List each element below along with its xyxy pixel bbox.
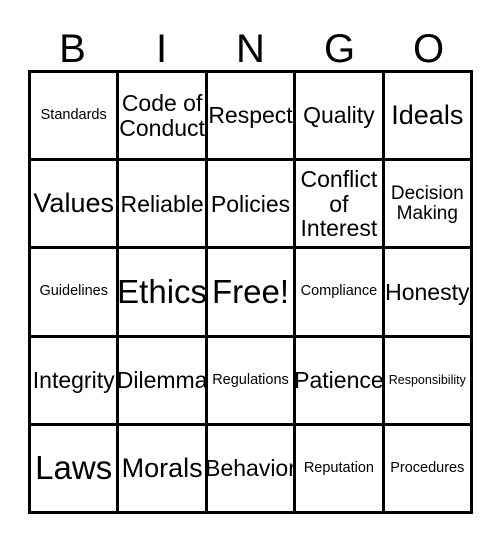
bingo-header-letter-n: N	[236, 27, 265, 71]
bingo-cell-label: Policies	[210, 190, 291, 217]
bingo-header-letter-i: I	[155, 27, 168, 71]
bingo-cell[interactable]: Standards	[31, 73, 120, 162]
bingo-cell[interactable]: Patience	[296, 337, 385, 426]
bingo-cell-label: Honesty	[385, 278, 470, 305]
bingo-cell-label: Regulations	[212, 371, 289, 388]
bingo-cell[interactable]: Policies	[207, 161, 297, 250]
bingo-cell[interactable]: Integrity	[31, 337, 120, 426]
bingo-cell-label: Decision Making	[390, 182, 464, 224]
bingo-cell-label: Code of Conduct	[119, 90, 205, 141]
bingo-cell[interactable]: Ideals	[384, 73, 473, 162]
bingo-cell[interactable]: Morals	[119, 425, 208, 514]
bingo-cell[interactable]: Honesty	[384, 249, 473, 338]
bingo-cell-label: Morals	[121, 453, 203, 484]
bingo-cell-label: Values	[33, 188, 114, 219]
bingo-cell[interactable]: Behavior	[207, 425, 297, 514]
bingo-cell-free-space[interactable]: Free!	[207, 249, 297, 338]
bingo-cell[interactable]: Reputation	[296, 425, 385, 514]
bingo-cell[interactable]: Ethics	[119, 249, 208, 338]
bingo-cell[interactable]: Procedures	[384, 425, 473, 514]
bingo-header-letter-g: G	[323, 27, 356, 71]
bingo-cell-label: Guidelines	[39, 283, 108, 300]
bingo-cell-label: Dilemma	[119, 367, 208, 393]
bingo-cell-label: Integrity	[32, 367, 115, 393]
bingo-cell-label: Conflict of Interest	[300, 166, 378, 241]
bingo-cell[interactable]: Guidelines	[31, 249, 120, 338]
bingo-cell-label: Procedures	[390, 459, 465, 476]
bingo-cell-label: Patience	[296, 367, 384, 393]
bingo-cell[interactable]: Regulations	[207, 337, 297, 426]
bingo-cell-label: Ideals	[391, 100, 464, 131]
bingo-cell-label: Responsibility	[388, 372, 466, 387]
bingo-cell-label: Behavior	[207, 455, 296, 482]
bingo-cell[interactable]: Laws	[31, 425, 120, 514]
bingo-cell-label: Free!	[211, 272, 289, 310]
bingo-cell[interactable]: Quality	[296, 73, 385, 162]
bingo-cell-label: Reliable	[120, 190, 204, 217]
bingo-cell-label: Respect	[208, 102, 293, 129]
bingo-cell[interactable]: Responsibility	[384, 337, 473, 426]
bingo-grid: Standards Code of Conduct Respect Quality Id…	[28, 70, 473, 514]
bingo-cell[interactable]: Dilemma	[119, 337, 208, 426]
bingo-header-row: B I N G O	[28, 18, 473, 70]
bingo-cell[interactable]: Reliable	[119, 161, 208, 250]
bingo-cell-label: Reputation	[303, 459, 374, 476]
bingo-cell[interactable]: Conflict of Interest	[296, 161, 385, 250]
bingo-cell[interactable]: Compliance	[296, 249, 385, 338]
bingo-header-letter-b: B	[59, 27, 86, 71]
bingo-cell[interactable]: Values	[31, 161, 120, 250]
bingo-cell-label: Standards	[40, 106, 107, 123]
bingo-cell-label: Quality	[303, 102, 375, 129]
bingo-cell-label: Ethics	[119, 272, 208, 310]
bingo-card: B I N G O Standards Code of Conduct Respec…	[0, 0, 501, 544]
bingo-cell[interactable]: Decision Making	[384, 161, 473, 250]
bingo-cell[interactable]: Respect	[207, 73, 297, 162]
bingo-header-letter-o: O	[412, 27, 445, 71]
bingo-cell-label: Laws	[35, 448, 113, 486]
bingo-cell[interactable]: Code of Conduct	[119, 73, 208, 162]
bingo-cell-label: Compliance	[300, 283, 378, 300]
